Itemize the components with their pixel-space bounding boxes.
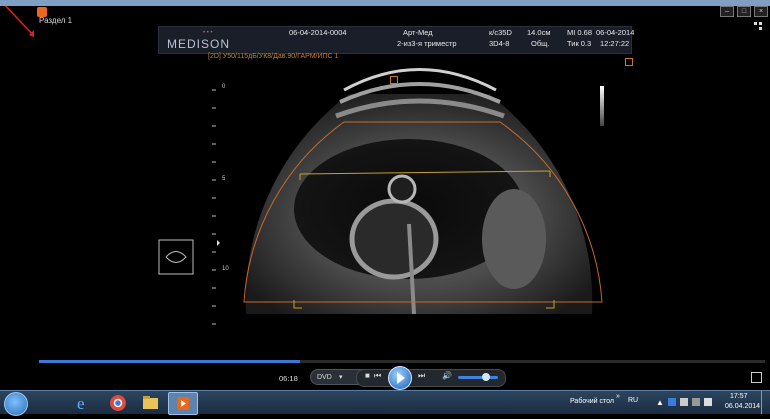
scan-params-highlight: ГАРМ/ИПС 1 bbox=[297, 53, 339, 60]
maximize-button[interactable]: □ bbox=[737, 6, 751, 17]
probe-name: 3D4-8 bbox=[489, 39, 510, 48]
depth-label-5: 5 bbox=[222, 176, 226, 182]
ultrasound-frame: MEDISON • • • 06-04-2014-0004 Арт-Мед 2-… bbox=[154, 24, 634, 354]
show-desktop-button[interactable] bbox=[761, 391, 770, 414]
exam-type: 2-из3-я триместр bbox=[397, 39, 457, 48]
network-icon[interactable] bbox=[680, 398, 688, 406]
volume-slider[interactable] bbox=[458, 373, 498, 381]
depth-label-0: 0 bbox=[222, 84, 226, 90]
study-id: 06-04-2014-0004 bbox=[289, 28, 347, 37]
frame-rate: к/с35D bbox=[489, 28, 512, 37]
playback-controls: 06:18 DVD ▾ ■ ⏮ ⏭ 🔊 bbox=[34, 366, 770, 390]
next-icon[interactable]: ⏭ bbox=[418, 371, 425, 381]
media-player-window: – □ × Раздел 1 MEDISON • • • 06-04-2014-… bbox=[34, 6, 770, 390]
language-indicator[interactable]: RU bbox=[628, 397, 638, 404]
clock-date[interactable]: 06.04.2014 bbox=[725, 403, 760, 410]
corner-marker-icon bbox=[625, 58, 633, 66]
taskbar-internet-explorer-icon[interactable]: e bbox=[70, 392, 98, 413]
speaker-tray-icon[interactable] bbox=[704, 398, 712, 406]
depth-value: 14.0см bbox=[527, 28, 551, 37]
scan-parameters: [2D] У50/115дБ/УК8/Дав.90/ГАРМ/ИПС 1 bbox=[208, 53, 338, 60]
seek-bar-fill bbox=[39, 360, 301, 363]
scan-date: 06-04-2014 bbox=[596, 28, 635, 37]
mechanical-index: MI 0.68 bbox=[567, 28, 593, 37]
minimize-button[interactable]: – bbox=[720, 6, 734, 17]
window-title: Раздел 1 bbox=[39, 16, 73, 25]
scan-params-main: [2D] У50/115дБ/УК8/Дав.90/ bbox=[208, 53, 298, 60]
taskbar-media-player-icon[interactable] bbox=[168, 392, 198, 415]
chevron-down-icon: ▾ bbox=[339, 374, 343, 381]
previous-icon[interactable]: ⏮ bbox=[374, 371, 381, 381]
volume-icon[interactable]: 🔊 bbox=[442, 371, 452, 380]
preset-name: Общ. bbox=[531, 39, 550, 48]
title-bar: – □ × bbox=[34, 6, 770, 20]
close-button[interactable]: × bbox=[754, 6, 768, 17]
elapsed-time: 06:18 bbox=[279, 374, 298, 383]
toolbar-chevron-icon[interactable]: » bbox=[616, 393, 620, 400]
play-button[interactable] bbox=[388, 366, 412, 390]
windows-taskbar: e Рабочий стол » RU ▲ 17:57 06.04.2014 bbox=[0, 390, 770, 416]
svg-text:e: e bbox=[77, 394, 85, 413]
taskbar-chrome-icon[interactable] bbox=[104, 392, 132, 413]
volume-slider-thumb[interactable] bbox=[482, 373, 490, 381]
show-hidden-icons-icon[interactable]: ▲ bbox=[656, 398, 664, 407]
seek-bar[interactable] bbox=[39, 360, 765, 363]
tray-flag-icon[interactable] bbox=[668, 398, 676, 406]
stop-icon[interactable]: ■ bbox=[365, 371, 370, 380]
window-controls: – □ × bbox=[720, 6, 768, 17]
grayscale-bar bbox=[600, 86, 604, 126]
fullscreen-grid-icon[interactable] bbox=[754, 22, 764, 30]
fullscreen-toggle-icon[interactable] bbox=[751, 372, 762, 383]
desktop-toolbar-label[interactable]: Рабочий стол bbox=[570, 398, 614, 405]
clock-time[interactable]: 17:57 bbox=[730, 393, 748, 400]
ultrasound-scan-image bbox=[158, 68, 603, 325]
scanner-brand-logo: MEDISON bbox=[167, 37, 231, 51]
scan-time: 12:27:22 bbox=[600, 39, 630, 48]
clinic-name: Арт-Мед bbox=[403, 28, 433, 37]
thermal-index: Тик 0.3 bbox=[567, 39, 592, 48]
scan-info-header: MEDISON • • • 06-04-2014-0004 Арт-Мед 2-… bbox=[158, 26, 635, 54]
source-label: DVD bbox=[317, 374, 332, 381]
depth-label-10: 10 bbox=[222, 266, 229, 272]
power-icon[interactable] bbox=[692, 398, 700, 406]
taskbar-explorer-icon[interactable] bbox=[136, 392, 164, 413]
orientation-marker-icon bbox=[390, 76, 398, 84]
brand-dots-decoration: • • • bbox=[203, 30, 213, 36]
start-button[interactable] bbox=[4, 392, 28, 416]
